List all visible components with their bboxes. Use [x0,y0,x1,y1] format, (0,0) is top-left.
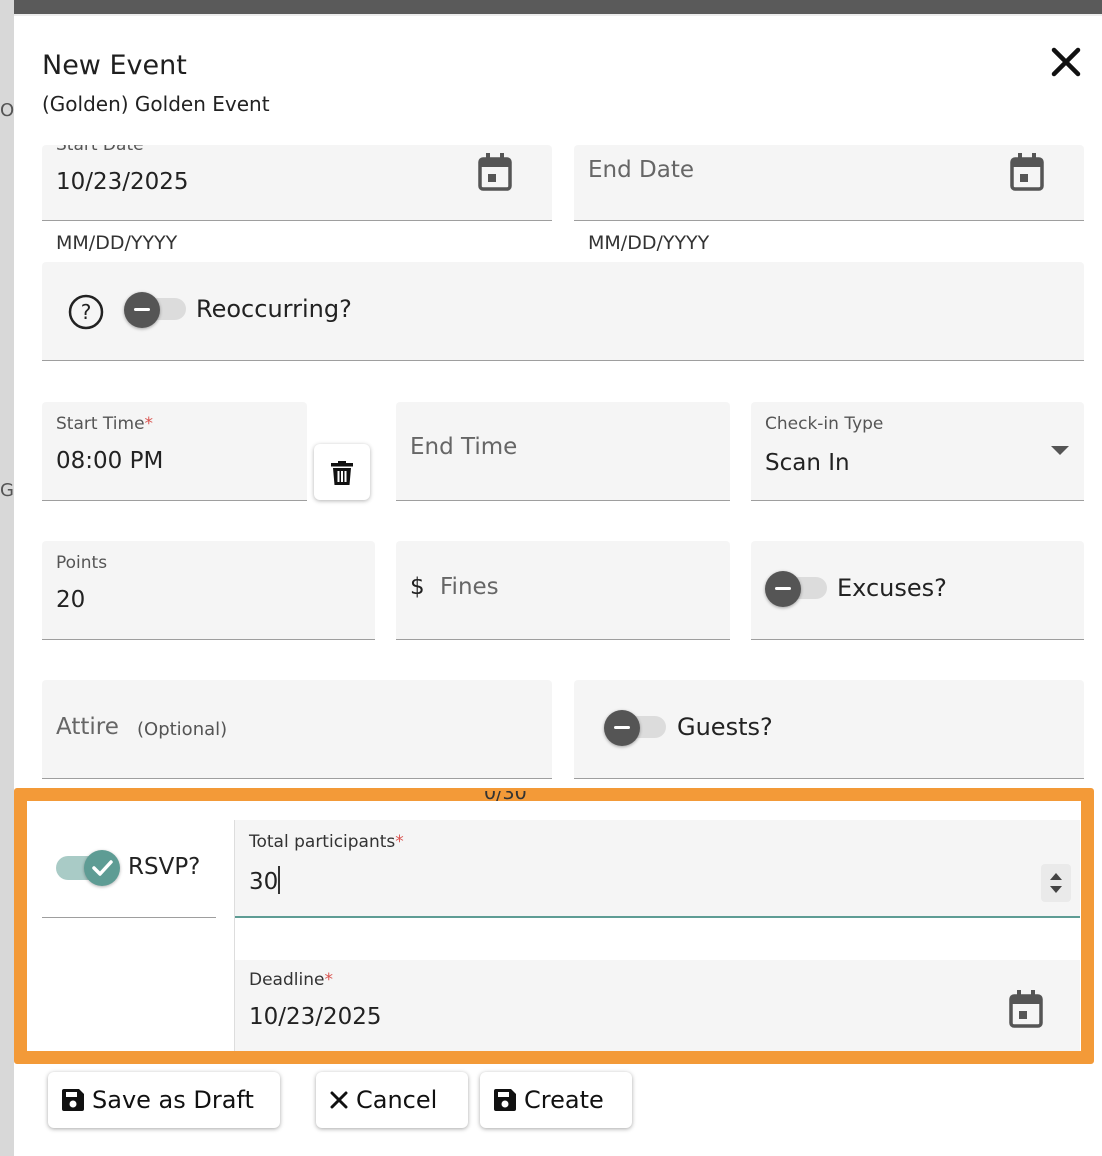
points-field[interactable]: Points 20 [42,541,375,640]
fines-field[interactable]: $ Fines [396,541,730,640]
deadline-value: 10/23/2025 [249,1004,382,1030]
start-date-field[interactable]: Start Date 10/23/2025 [42,145,552,221]
checkin-type-select[interactable]: Check-in Type Scan In [751,402,1084,501]
attire-counter: 0/30 [484,791,527,803]
trash-icon [331,461,353,485]
start-date-label: Start Date [56,145,144,155]
calendar-icon[interactable] [1010,153,1044,191]
check-icon [92,860,113,876]
points-value: 20 [56,587,86,613]
fines-placeholder: Fines [440,574,499,600]
checkin-type-label: Check-in Type [765,414,884,434]
save-draft-label: Save as Draft [92,1086,254,1114]
reoccurring-toggle[interactable] [124,292,190,328]
new-event-dialog: New Event (Golden) Golden Event Start Da… [14,14,1102,1156]
end-date-placeholder: End Date [588,157,694,183]
attire-field[interactable]: Attire (Optional) [42,680,552,779]
deadline-label: Deadline* [249,970,333,990]
rsvp-details-panel: Total participants* 30 Deadline* 10/23/2… [234,820,1080,1051]
participants-value[interactable]: 30 [249,866,281,895]
start-time-field[interactable]: Start Time* 08:00 PM [42,402,307,501]
reoccurring-label: Reoccurring? [196,295,352,323]
number-stepper-icon[interactable] [1041,864,1071,902]
reoccurring-row: ? Reoccurring? [42,262,1084,361]
dialog-subtitle: (Golden) Golden Event [42,92,270,116]
end-time-placeholder: End Time [410,434,518,460]
participants-label: Total participants* [249,832,404,852]
excuses-row: Excuses? [751,541,1084,640]
attire-placeholder: Attire [56,714,119,740]
start-date-hint: MM/DD/YYYY [56,232,178,254]
calendar-icon[interactable] [478,153,512,191]
deadline-field[interactable]: Deadline* 10/23/2025 [235,960,1080,1051]
save-icon [62,1089,84,1111]
end-date-field[interactable]: End Date [574,145,1084,221]
cancel-label: Cancel [356,1086,438,1114]
close-icon[interactable] [1048,44,1084,80]
guests-label: Guests? [677,713,773,741]
save-draft-button[interactable]: Save as Draft [48,1072,280,1128]
start-time-label: Start Time* [56,414,154,434]
excuses-toggle[interactable] [765,571,831,607]
end-date-hint: MM/DD/YYYY [588,232,710,254]
close-icon [330,1091,348,1109]
end-time-field[interactable]: End Time [396,402,730,501]
clear-start-time-button[interactable] [314,444,370,500]
guests-row: Guests? [574,680,1084,779]
rsvp-toggle[interactable] [56,850,122,886]
dropdown-arrow-icon [1051,446,1069,455]
dialog-title: New Event [42,50,187,81]
create-button[interactable]: Create [480,1072,632,1128]
checkin-type-value: Scan In [765,450,850,476]
rsvp-toggle-cell: RSVP? [42,820,216,918]
guests-toggle[interactable] [604,710,670,746]
fines-prefix: $ [410,574,425,600]
participants-field[interactable]: Total participants* 30 [235,820,1080,918]
calendar-icon[interactable] [1009,990,1043,1028]
svg-text:?: ? [81,300,92,324]
start-time-value: 08:00 PM [56,448,164,474]
attire-optional-label: (Optional) [137,719,228,740]
rsvp-label: RSVP? [128,854,201,880]
points-label: Points [56,553,108,573]
background-page-edge: O G [0,0,14,1156]
create-label: Create [524,1086,604,1114]
help-icon[interactable]: ? [68,294,104,330]
start-date-value: 10/23/2025 [56,169,189,195]
cancel-button[interactable]: Cancel [316,1072,468,1128]
save-icon [494,1089,516,1111]
excuses-label: Excuses? [837,574,947,602]
